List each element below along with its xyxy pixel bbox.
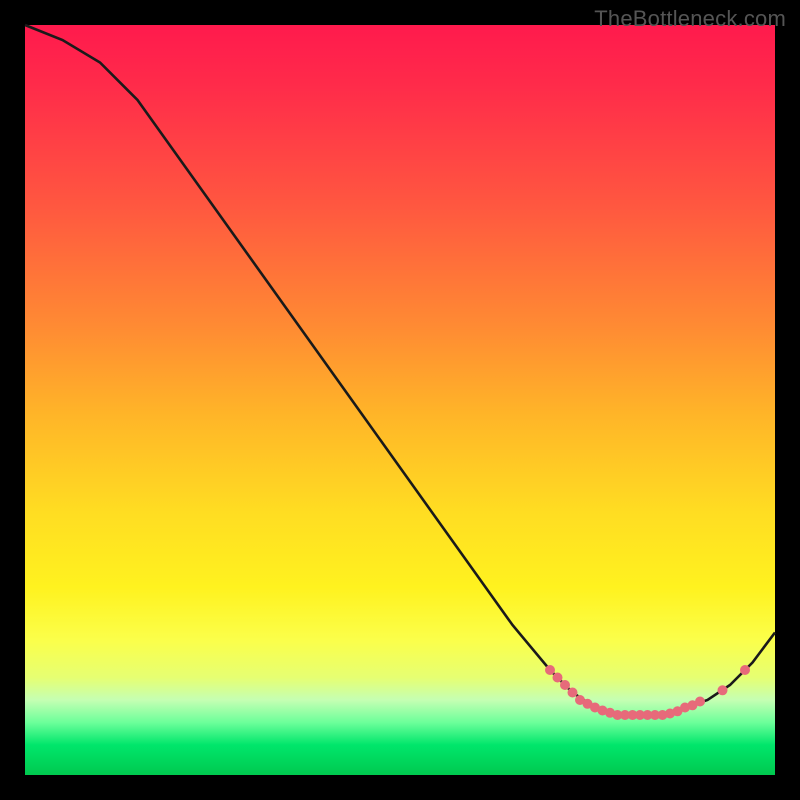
plot-area [25,25,775,775]
marker-dot [740,665,750,675]
recommended-markers [545,665,750,720]
marker-dot [545,665,555,675]
marker-dot [553,673,563,683]
bottleneck-curve [25,25,775,715]
chart-frame: TheBottleneck.com [0,0,800,800]
watermark-text: TheBottleneck.com [594,6,786,32]
marker-dot [695,697,705,707]
marker-dot [560,680,570,690]
marker-dot [718,685,728,695]
chart-svg [25,25,775,775]
marker-dot [568,688,578,698]
